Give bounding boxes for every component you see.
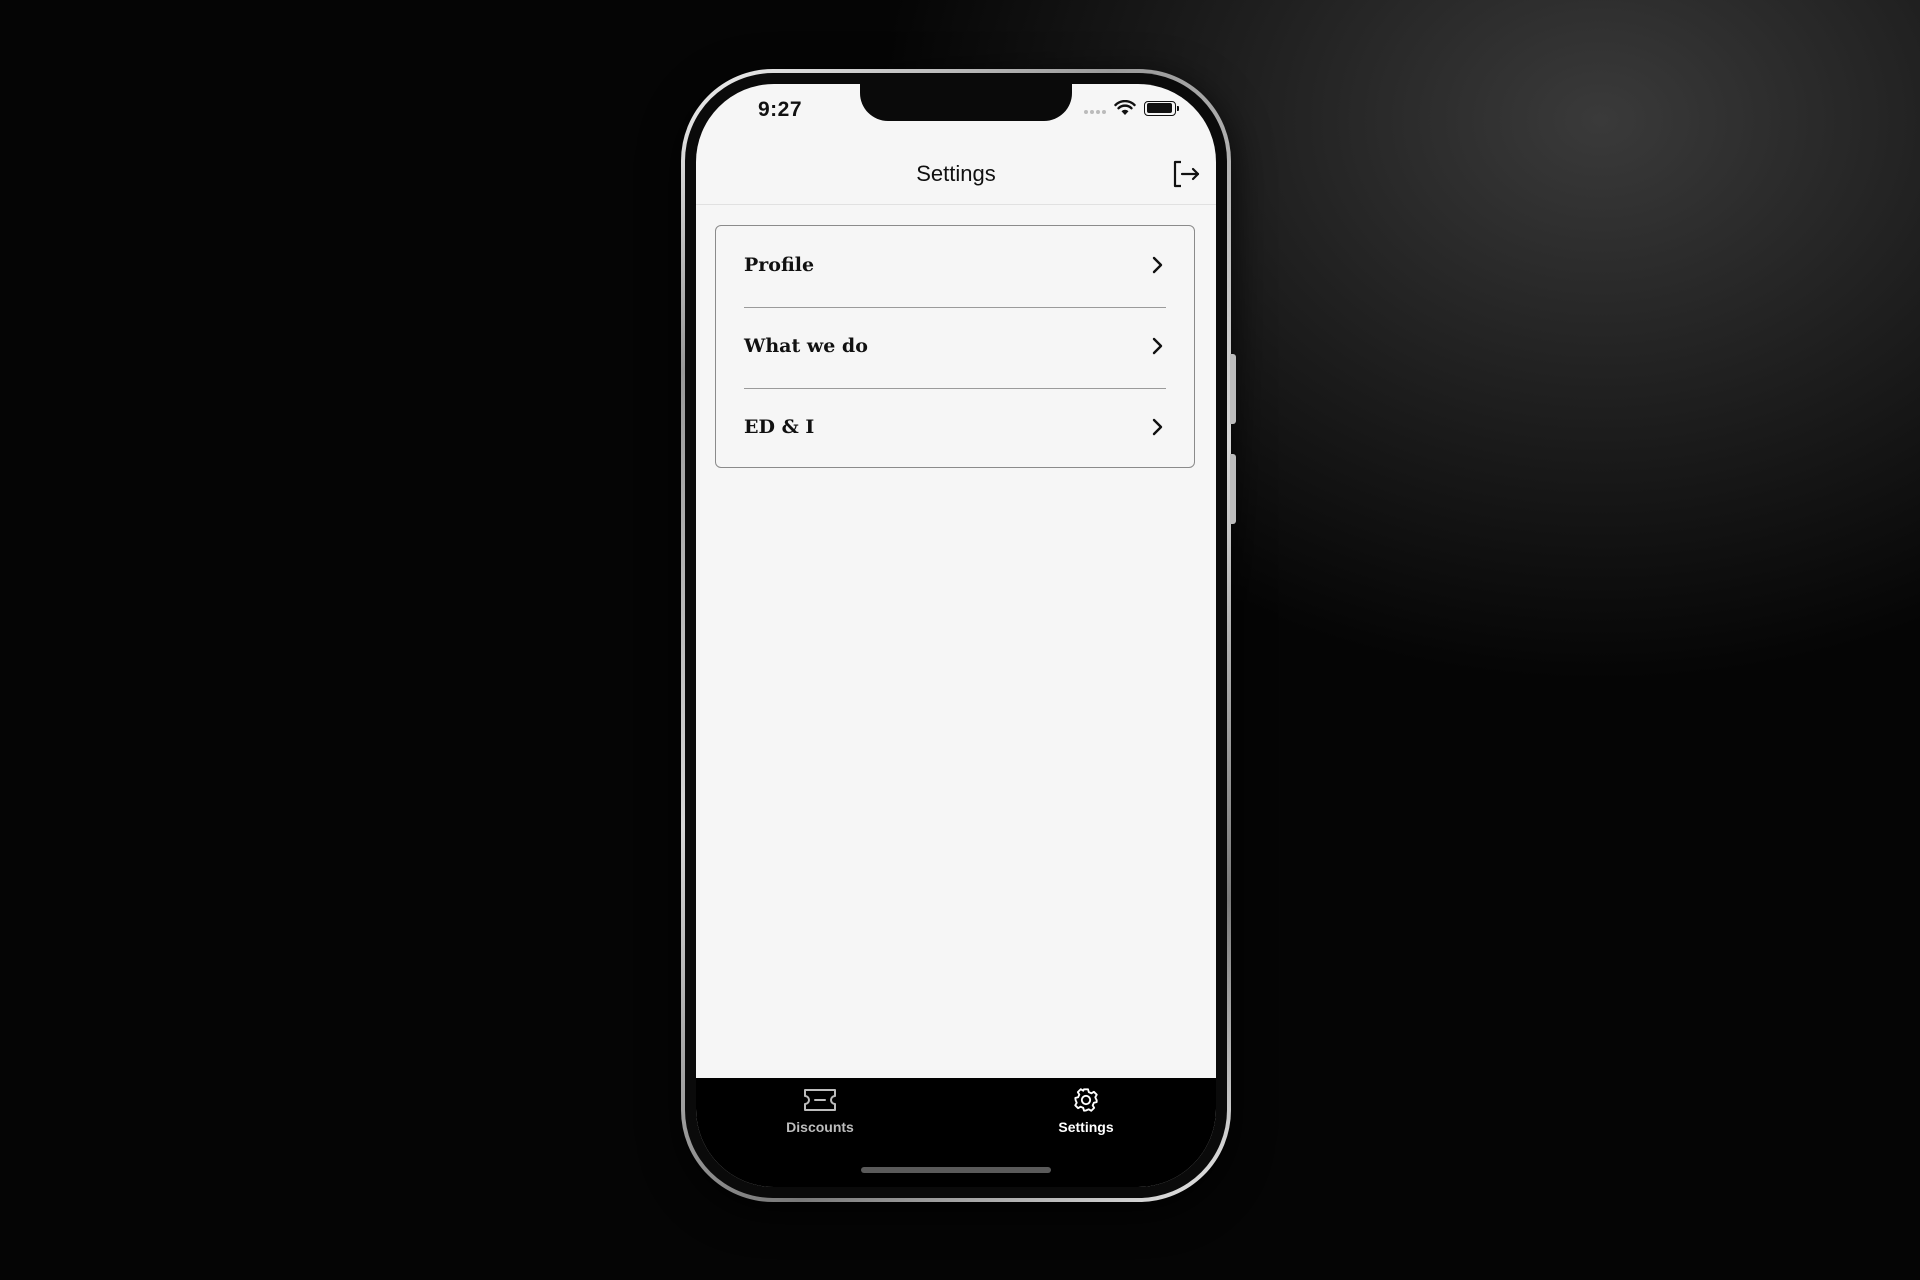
cellular-signal-icon xyxy=(1084,110,1106,114)
phone-frame: 9:27 Settings Profile What we do ED & I … xyxy=(681,69,1236,1202)
menu-item-label: What we do xyxy=(744,335,868,357)
page-title: Settings xyxy=(916,161,996,186)
tab-bar: Discounts Settings xyxy=(696,1078,1216,1187)
volume-up-button xyxy=(1230,354,1236,424)
tab-label: Settings xyxy=(1058,1119,1114,1135)
menu-item-what-we-do[interactable]: What we do xyxy=(744,307,1166,389)
app-screen: 9:27 Settings Profile What we do ED & I … xyxy=(696,84,1216,1187)
gear-icon xyxy=(1074,1088,1098,1112)
volume-down-button xyxy=(1230,454,1236,524)
chevron-right-icon xyxy=(1152,337,1163,355)
menu-item-ed-and-i[interactable]: ED & I xyxy=(744,388,1166,469)
battery-icon xyxy=(1144,100,1179,116)
chevron-right-icon xyxy=(1152,418,1163,436)
logout-icon[interactable] xyxy=(1170,158,1202,190)
status-time: 9:27 xyxy=(758,98,803,121)
wifi-icon xyxy=(1114,100,1136,115)
chevron-right-icon xyxy=(1152,256,1163,274)
status-indicators xyxy=(1084,100,1179,116)
menu-item-label: Profile xyxy=(744,254,815,276)
settings-menu: Profile What we do ED & I xyxy=(715,225,1195,468)
menu-item-profile[interactable]: Profile xyxy=(744,226,1166,308)
notch xyxy=(860,84,1072,121)
tab-discounts[interactable]: Discounts xyxy=(750,1087,890,1135)
home-indicator[interactable] xyxy=(861,1167,1051,1173)
tab-label: Discounts xyxy=(786,1119,854,1135)
ticket-icon xyxy=(804,1089,836,1111)
menu-item-label: ED & I xyxy=(744,416,815,438)
tab-settings[interactable]: Settings xyxy=(1016,1087,1156,1135)
navigation-bar: Settings xyxy=(696,146,1216,205)
